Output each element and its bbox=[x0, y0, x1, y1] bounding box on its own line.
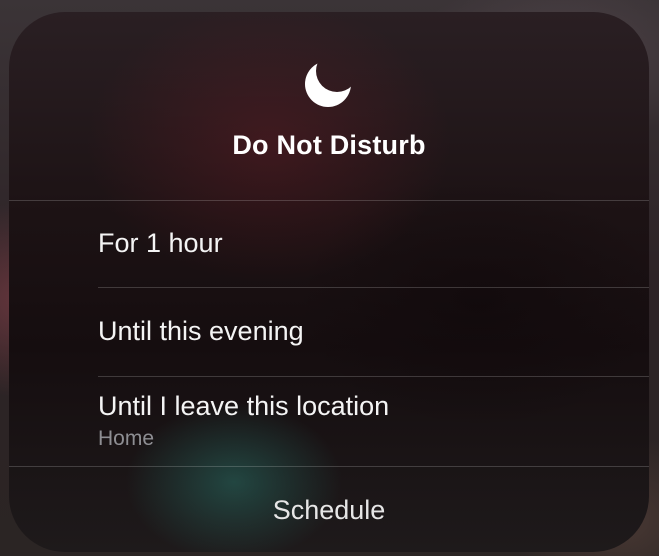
page-title: Do Not Disturb bbox=[232, 130, 426, 160]
schedule-label: Schedule bbox=[272, 495, 386, 525]
option-label: For 1 hour bbox=[98, 228, 223, 258]
option-label: Until I leave this location bbox=[98, 391, 390, 421]
option-for-1-hour[interactable]: For 1 hour bbox=[9, 201, 649, 287]
do-not-disturb-menu: Do Not Disturb For 1 hour Until this eve… bbox=[9, 12, 649, 552]
moon-icon bbox=[305, 61, 351, 107]
option-until-this-evening[interactable]: Until this evening bbox=[9, 288, 649, 376]
location-sublabel: Home bbox=[98, 427, 155, 450]
dnd-header: Do Not Disturb bbox=[9, 12, 649, 200]
schedule-button[interactable]: Schedule bbox=[9, 467, 649, 552]
option-until-i-leave-location[interactable]: Until I leave this location Home bbox=[9, 377, 649, 466]
option-label: Until this evening bbox=[98, 316, 304, 346]
